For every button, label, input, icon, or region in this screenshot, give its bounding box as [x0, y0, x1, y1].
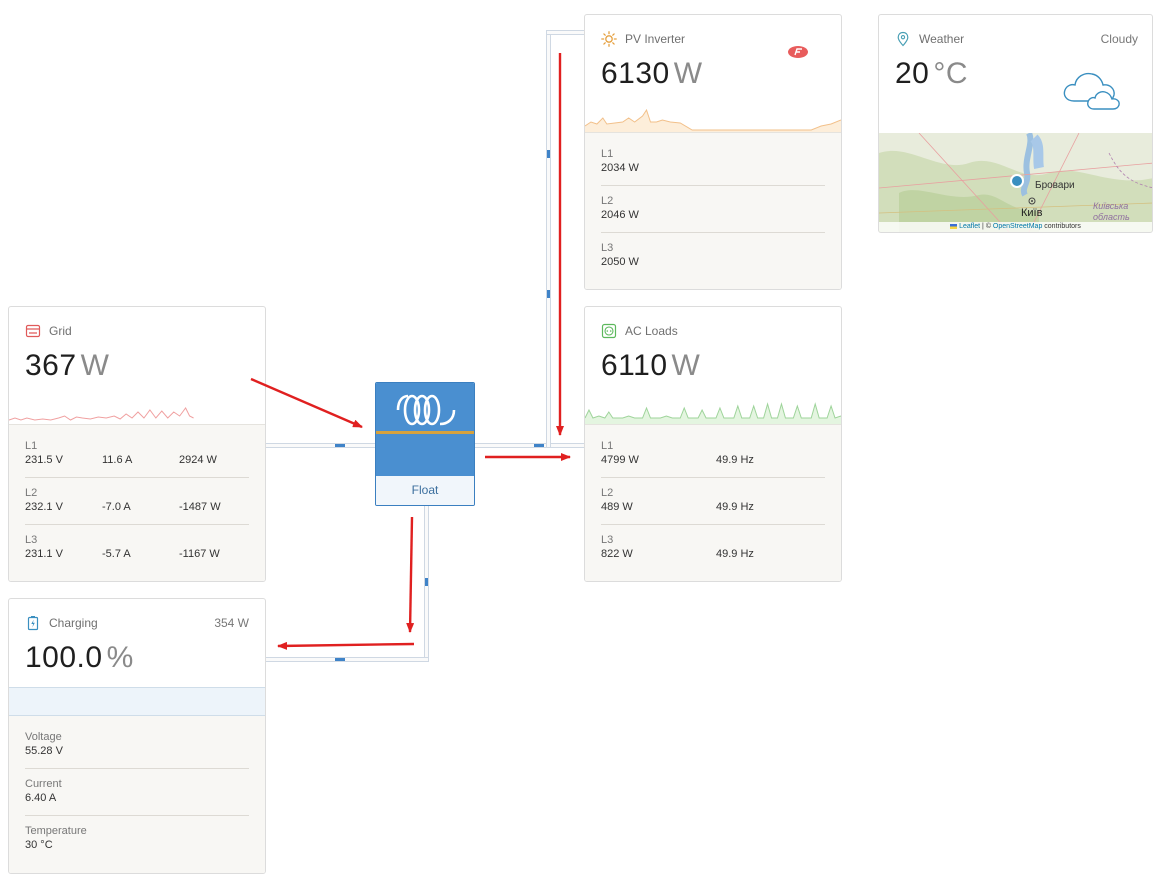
ac-loads-title: AC Loads	[625, 324, 678, 338]
ac-loads-phase-row: L2 489 W 49.9 Hz	[601, 478, 825, 525]
pv-title: PV Inverter	[625, 32, 686, 46]
battery-row: Voltage 55.28 V	[25, 722, 249, 769]
ac-loads-phase-row: L1 4799 W 49.9 Hz	[601, 431, 825, 478]
grid-phase-row: L2 232.1 V -7.0 A -1487 W	[25, 478, 249, 525]
battery-soc-fill	[9, 688, 265, 715]
grid-details: L1 231.5 V 11.6 A 2924 W L2 232.1 V -7.0 A-…	[9, 424, 265, 581]
flow-dot	[425, 578, 428, 586]
pv-details: L1 2034 W L2 2046 W L3 2050 W	[585, 132, 841, 289]
battery-charging-icon	[25, 615, 41, 631]
battery-title: Charging	[49, 616, 98, 630]
grid-phase-row: L3 231.1 V -5.7 A -1167 W	[25, 534, 220, 560]
flow-dot	[534, 444, 544, 447]
grid-sparkline	[9, 407, 194, 421]
victron-logo-icon	[396, 391, 456, 434]
fronius-logo-icon	[787, 45, 809, 64]
inverter-block[interactable]: Float	[375, 382, 475, 506]
ac-loads-phase-row: L3 822 W 49.9 Hz	[601, 534, 754, 560]
pv-inverter-card[interactable]: PV Inverter 6130 W L1 2034 W L2 2046 W L3…	[584, 14, 842, 290]
osm-link[interactable]: OpenStreetMap	[993, 223, 1042, 230]
arrow-inverter-down	[406, 516, 415, 633]
weather-temp-value: 20 °C	[895, 57, 969, 90]
flow-dot	[547, 290, 550, 298]
arrow-to-battery	[277, 641, 415, 650]
grid-title: Grid	[49, 324, 72, 338]
weather-card[interactable]: Weather Cloudy 20 °C Бровари Київ Київськ…	[878, 14, 1153, 233]
map-label-region: Київська область	[1093, 201, 1130, 222]
map-label-kyiv: Київ	[1021, 207, 1043, 219]
pipe-pv-vertical	[546, 30, 551, 448]
pv-sparkline	[585, 108, 841, 132]
pipe-pv-top	[546, 30, 585, 35]
grid-card[interactable]: Grid 367 W L1 231.5 V 11.6 A 2924 W L2 232.…	[8, 306, 266, 582]
pv-row: L2 2046 W	[601, 186, 825, 233]
map-label-brovary: Бровари	[1035, 180, 1075, 191]
inverter-divider	[376, 431, 474, 434]
socket-icon	[601, 323, 617, 339]
pipe-inverter-loads	[474, 443, 585, 448]
grid-phase-row: L1 231.5 V 11.6 A 2924 W	[25, 431, 249, 478]
sun-icon	[601, 31, 617, 47]
location-pin-icon	[895, 31, 911, 47]
battery-row: Current 6.40 A	[25, 769, 249, 816]
pv-row: L3 2050 W	[601, 242, 639, 268]
cloud-icon	[1060, 65, 1130, 116]
map-attribution: Leaflet | © OpenStreetMap contributors	[879, 222, 1152, 232]
battery-row: Temperature 30 °C	[25, 825, 87, 851]
ac-loads-sparkline	[585, 402, 841, 424]
inverter-state: Float	[376, 476, 474, 505]
flow-dot	[335, 444, 345, 447]
ac-loads-details: L1 4799 W 49.9 Hz L2 489 W 49.9 Hz L3 822 …	[585, 424, 841, 581]
leaflet-link[interactable]: Leaflet	[959, 223, 980, 230]
flow-dot	[335, 658, 345, 661]
grid-meter-icon	[25, 323, 41, 339]
weather-title: Weather	[919, 32, 965, 46]
pipe-battery-horizontal	[265, 657, 429, 662]
weather-condition: Cloudy	[1100, 32, 1138, 46]
battery-card[interactable]: Charging 354 W 100.0% Voltage 55.28 V Cu…	[8, 598, 266, 874]
battery-details: Voltage 55.28 V Current 6.40 A Temperatu…	[9, 716, 265, 873]
battery-soc-value: 100.0%	[25, 641, 134, 674]
ukraine-flag-icon	[950, 223, 958, 229]
arrow-grid-to-inverter	[250, 377, 363, 429]
battery-soc-bar	[9, 687, 265, 716]
pipe-grid-inverter	[265, 443, 376, 448]
flow-dot	[547, 150, 550, 158]
ac-loads-card[interactable]: AC Loads 6110 W L1 4799 W 49.9 Hz L2 489 W…	[584, 306, 842, 582]
battery-power: 354 W	[214, 616, 249, 630]
pv-row: L1 2034 W	[601, 139, 825, 186]
weather-map[interactable]: Бровари Київ Київська область Leaflet | …	[879, 133, 1152, 232]
